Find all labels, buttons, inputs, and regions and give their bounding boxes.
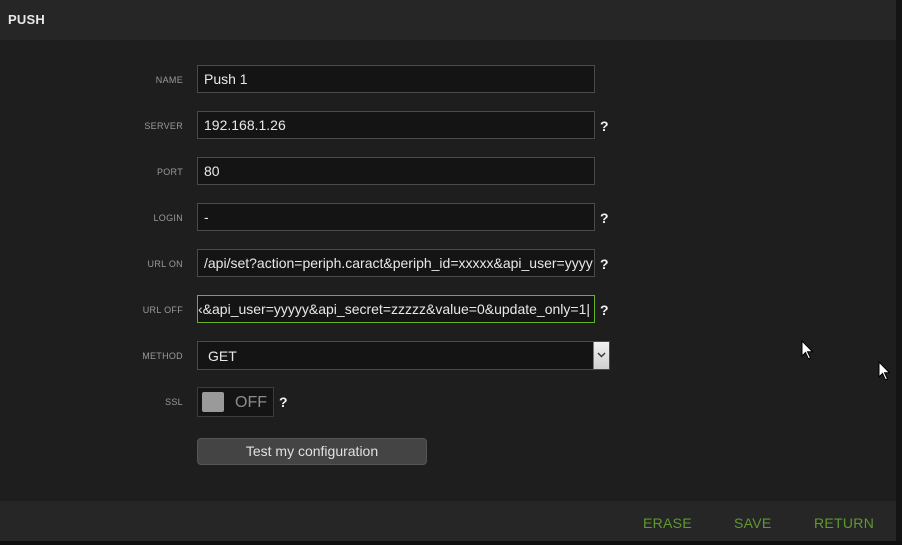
ssl-toggle-state: OFF <box>235 394 267 411</box>
login-label: LOGIN <box>153 213 183 223</box>
server-label: SERVER <box>144 121 183 131</box>
name-label: NAME <box>155 75 183 85</box>
mouse-cursor-icon <box>801 340 814 360</box>
dialog-header: PUSH <box>0 0 902 40</box>
mouse-cursor-icon <box>878 361 891 381</box>
url-off-input[interactable]: ‹&api_user=yyyyy&api_secret=zzzzz&value=… <box>197 295 595 323</box>
bottom-edge <box>0 541 902 545</box>
chevron-down-icon <box>597 352 606 358</box>
login-help-button[interactable]: ? <box>600 210 609 226</box>
ssl-toggle[interactable]: OFF <box>197 387 274 417</box>
ssl-help-button[interactable]: ? <box>279 394 288 410</box>
ssl-label: SSL <box>165 397 183 407</box>
login-input[interactable]: - <box>197 203 595 231</box>
port-label: PORT <box>156 167 183 177</box>
method-dropdown-button[interactable] <box>593 342 609 369</box>
return-button[interactable]: RETURN <box>814 515 874 531</box>
server-help-button[interactable]: ? <box>600 118 609 134</box>
erase-button[interactable]: ERASE <box>643 515 692 531</box>
port-input[interactable]: 80 <box>197 157 595 185</box>
save-button[interactable]: SAVE <box>734 515 772 531</box>
name-input[interactable]: Push 1 <box>197 65 595 93</box>
test-configuration-button[interactable]: Test my configuration <box>197 438 427 465</box>
url-on-help-button[interactable]: ? <box>600 256 609 272</box>
url-off-help-button[interactable]: ? <box>600 302 609 318</box>
method-selected-value: GET <box>208 348 237 364</box>
dialog-footer: ERASE SAVE RETURN <box>0 501 902 541</box>
server-input[interactable]: 192.168.1.26 <box>197 111 595 139</box>
method-label: METHOD <box>142 351 183 361</box>
url-off-value: ‹&api_user=yyyyy&api_secret=zzzzz&value=… <box>198 301 590 317</box>
page-title: PUSH <box>8 12 45 27</box>
url-on-label: URL ON <box>147 259 183 269</box>
url-on-input[interactable]: /api/set?action=periph.caract&periph_id=… <box>197 249 595 277</box>
url-off-label: URL OFF <box>142 305 183 315</box>
method-select[interactable]: GET <box>197 341 610 370</box>
toggle-knob <box>202 392 224 412</box>
